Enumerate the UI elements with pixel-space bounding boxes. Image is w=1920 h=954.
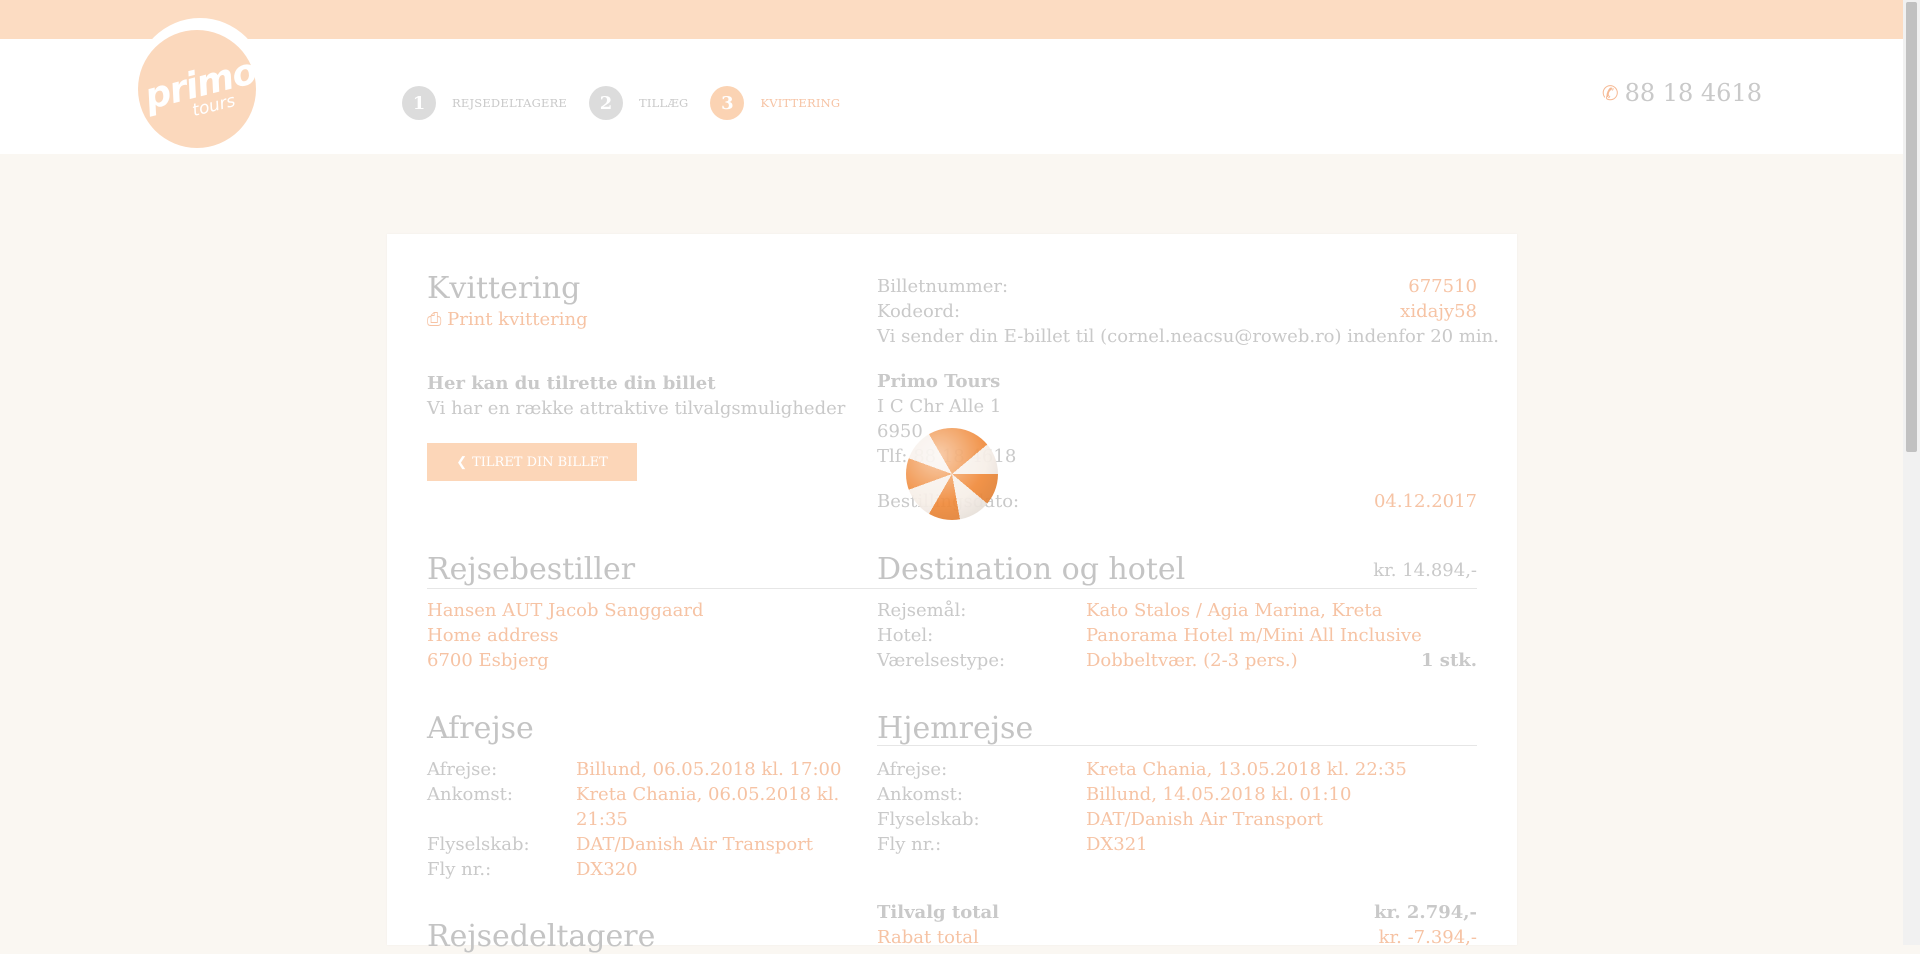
code-label: Kodeord:: [877, 301, 961, 322]
ticket-number-value: 677510: [1408, 276, 1477, 297]
room-type-label: Værelsestype:: [877, 650, 1006, 671]
section-divider: [427, 588, 1477, 589]
arrival-label: Ankomst:: [427, 784, 513, 805]
printer-icon: ⎙: [427, 309, 442, 330]
progress-steps: 1 REJSEDELTAGERE 2 TILLÆG 3 KVITTERING: [402, 86, 862, 120]
loading-beach-ball: [906, 428, 998, 520]
booker-address: Home address: [427, 625, 559, 646]
flight-number-value: DX320: [576, 859, 638, 880]
scrollbar-thumb[interactable]: [1906, 2, 1917, 452]
participants-title: Rejsedeltagere: [427, 919, 656, 954]
return-flight-value: DX321: [1086, 834, 1148, 855]
departure-label: Afrejse:: [427, 759, 498, 780]
step-number: 2: [589, 86, 624, 120]
return-arrival-label: Ankomst:: [877, 784, 963, 805]
step-label: TILLÆG: [639, 96, 689, 110]
departure-value: Billund, 06.05.2018 kl. 17:00: [576, 759, 842, 780]
scrollbar[interactable]: [1903, 0, 1920, 945]
addons-total-label: Tilvalg total: [877, 902, 1000, 923]
company-address: I C Chr Alle 1: [877, 396, 1002, 417]
step-number: 3: [710, 86, 745, 120]
hotel-label: Hotel:: [877, 625, 934, 646]
step-kvittering[interactable]: 3 KVITTERING: [710, 86, 840, 120]
ticket-number-label: Billetnummer:: [877, 276, 1009, 297]
customize-ticket-label: TILRET DIN BILLET: [472, 454, 608, 470]
company-zip: 6950: [877, 421, 923, 442]
booker-city: 6700 Esbjerg: [427, 650, 549, 671]
flight-number-label: Fly nr.:: [427, 859, 492, 880]
customize-text: Vi har en række attraktive tilvalgsmulig…: [427, 398, 846, 419]
room-type-value: Dobbeltvær. (2-3 pers.): [1086, 650, 1298, 671]
email-note: Vi sender din E-billet til (cornel.neacs…: [877, 326, 1499, 347]
header-phone[interactable]: ✆ 88 18 4618: [1602, 79, 1762, 107]
return-departure-value: Kreta Chania, 13.05.2018 kl. 22:35: [1086, 759, 1407, 780]
hotel-value: Panorama Hotel m/Mini All Inclusive: [1086, 625, 1422, 646]
receipt-card: Kvittering ⎙ Print kvittering Her kan du…: [387, 234, 1517, 954]
order-date-value: 04.12.2017: [1373, 491, 1477, 512]
destination-title: Destination og hotel: [877, 552, 1186, 587]
print-receipt-label: Print kvittering: [447, 309, 588, 330]
return-arrival-value: Billund, 14.05.2018 kl. 01:10: [1086, 784, 1352, 805]
return-flight-label: Fly nr.:: [877, 834, 942, 855]
arrival-value: Kreta Chania, 06.05.2018 kl.: [576, 784, 840, 805]
airline-label: Flyselskab:: [427, 834, 530, 855]
company-name: Primo Tours: [877, 371, 1001, 392]
print-receipt-link[interactable]: ⎙ Print kvittering: [427, 309, 588, 330]
destination-label: Rejsemål:: [877, 600, 967, 621]
step-rejsedeltagere[interactable]: 1 REJSEDELTAGERE: [402, 86, 567, 120]
phone-icon: ✆: [1601, 81, 1619, 105]
return-airline-value: DAT/Danish Air Transport: [1086, 809, 1324, 830]
phone-number: 88 18 4618: [1624, 79, 1762, 107]
step-label: KVITTERING: [760, 96, 841, 110]
step-label: REJSEDELTAGERE: [452, 96, 568, 110]
destination-value: Kato Stalos / Agia Marina, Kreta: [1086, 600, 1383, 621]
arrival-value-cont: 21:35: [576, 809, 628, 830]
departure-title: Afrejse: [427, 711, 534, 746]
top-banner: [0, 0, 1903, 39]
step-number: 1: [402, 86, 436, 120]
return-airline-label: Flyselskab:: [877, 809, 980, 830]
code-value: xidajy58: [1400, 301, 1477, 322]
room-quantity: 1 stk.: [1421, 650, 1477, 671]
customize-title: Her kan du tilrette din billet: [427, 373, 716, 394]
customize-ticket-button[interactable]: ❮ TILRET DIN BILLET: [427, 443, 637, 481]
destination-price: kr. 14.894,-: [1373, 560, 1477, 581]
airline-value: DAT/Danish Air Transport: [576, 834, 814, 855]
return-departure-label: Afrejse:: [877, 759, 948, 780]
booker-name: Hansen AUT Jacob Sanggaard: [427, 600, 704, 621]
booker-title: Rejsebestiller: [427, 552, 636, 587]
primo-tours-logo[interactable]: primo tours: [138, 30, 260, 148]
addons-total-value: kr. 2.794,-: [1374, 902, 1477, 923]
step-tillaeg[interactable]: 2 TILLÆG: [589, 86, 688, 120]
return-title: Hjemrejse: [877, 711, 1034, 746]
section-divider: [877, 745, 1477, 746]
arrow-left-circle-icon: ❮: [456, 454, 468, 470]
page-title: Kvittering: [427, 271, 581, 306]
